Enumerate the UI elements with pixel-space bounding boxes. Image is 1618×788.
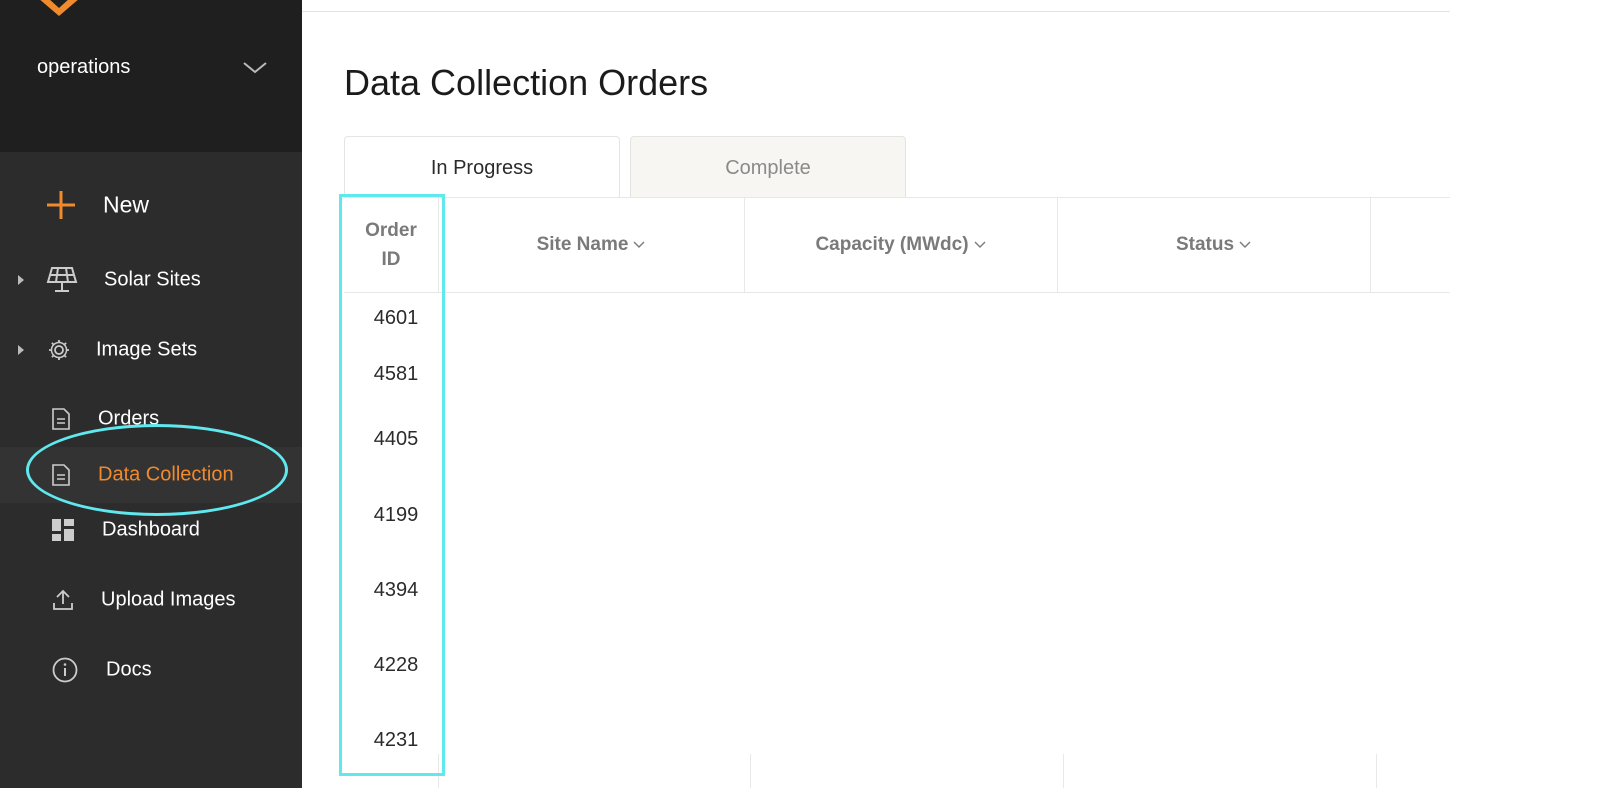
sidebar-item-label: Orders xyxy=(98,407,160,430)
new-button[interactable]: New xyxy=(0,177,302,233)
column-header-capacity[interactable]: Capacity (MWdc) xyxy=(744,198,1057,292)
chevron-down-icon xyxy=(1239,241,1251,248)
expand-caret-icon[interactable] xyxy=(18,275,24,285)
sidebar-item-label: Image Sets xyxy=(96,338,198,361)
info-icon xyxy=(52,657,78,683)
order-id-cell[interactable]: 4394 xyxy=(344,579,448,602)
order-id-cell[interactable]: 4199 xyxy=(344,504,448,527)
dashboard-icon xyxy=(52,519,74,541)
sidebar-header: operations xyxy=(0,0,302,152)
order-id-cell[interactable]: 4581 xyxy=(344,363,448,386)
tab-complete[interactable]: Complete xyxy=(630,136,906,198)
document-icon xyxy=(52,408,70,430)
sidebar-item-data-collection[interactable]: Data Collection xyxy=(0,447,302,503)
sidebar-item-dashboard[interactable]: Dashboard xyxy=(0,502,302,558)
table-header: Order ID Site Name Capacity (MWdc) Statu… xyxy=(344,198,1450,293)
order-id-cell[interactable]: 4231 xyxy=(344,729,448,752)
sidebar-item-label: Dashboard xyxy=(102,518,200,541)
column-divider xyxy=(438,754,439,788)
brand-logo-icon[interactable] xyxy=(36,0,82,16)
column-header-status[interactable]: Status xyxy=(1057,198,1370,292)
column-divider xyxy=(1063,754,1064,788)
order-id-cell[interactable]: 4601 xyxy=(344,307,448,330)
sidebar-item-label: Solar Sites xyxy=(104,268,201,291)
order-id-cell[interactable]: 4405 xyxy=(344,428,448,451)
order-id-header-line2: ID xyxy=(381,249,401,270)
sidebar-item-label: Upload Images xyxy=(101,588,236,611)
column-header-site-name[interactable]: Site Name xyxy=(438,198,744,292)
document-icon xyxy=(52,464,70,486)
sidebar-item-orders[interactable]: Orders xyxy=(0,391,302,447)
status-header-label: Status xyxy=(1175,234,1235,255)
upload-icon xyxy=(53,589,73,610)
sidebar-item-label: Data Collection xyxy=(98,463,234,486)
site-name-header-label: Site Name xyxy=(536,234,629,255)
order-id-header-line1: Order xyxy=(365,220,417,241)
column-divider xyxy=(750,754,751,788)
plus-icon xyxy=(47,191,75,219)
tab-in-progress[interactable]: In Progress xyxy=(344,136,620,198)
column-divider xyxy=(1376,754,1377,788)
sidebar-item-image-sets[interactable]: Image Sets xyxy=(0,322,302,378)
gear-icon xyxy=(49,340,69,360)
order-id-cell[interactable]: 4228 xyxy=(344,654,448,677)
sidebar-item-upload-images[interactable]: Upload Images xyxy=(0,572,302,628)
new-label: New xyxy=(103,191,150,218)
chevron-down-icon xyxy=(974,241,986,248)
chevron-down-icon xyxy=(633,241,645,248)
chevron-down-icon[interactable] xyxy=(242,60,268,76)
page-title: Data Collection Orders xyxy=(344,62,709,103)
solar-panel-icon xyxy=(46,267,78,292)
column-header-order-id[interactable]: Order ID xyxy=(344,198,438,292)
sidebar-item-label: Docs xyxy=(106,658,152,681)
column-divider xyxy=(1370,198,1371,292)
sidebar-item-solar-sites[interactable]: Solar Sites xyxy=(0,252,302,308)
sidebar: operations New Solar Sites Image Sets Or… xyxy=(0,0,302,788)
header-divider xyxy=(302,11,1450,12)
sidebar-item-docs[interactable]: Docs xyxy=(0,642,302,698)
capacity-header-label: Capacity (MWdc) xyxy=(815,234,969,255)
expand-caret-icon[interactable] xyxy=(18,345,24,355)
workspace-selector[interactable]: operations xyxy=(37,56,130,79)
